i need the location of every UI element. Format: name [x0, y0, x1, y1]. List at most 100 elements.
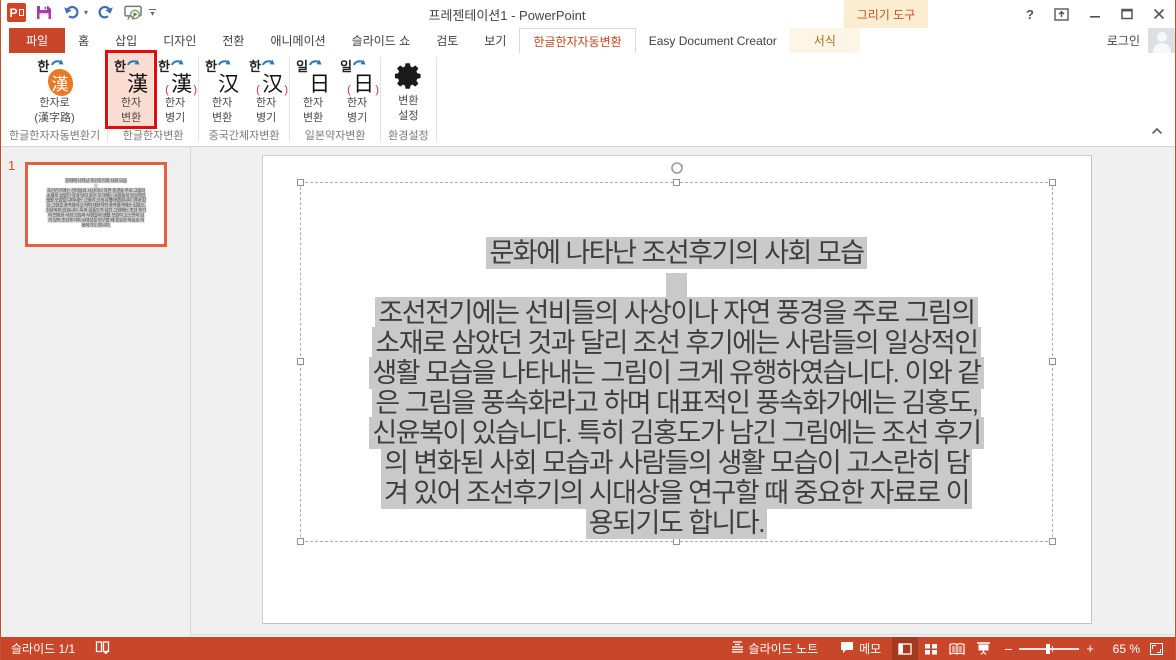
resize-handle[interactable] [673, 179, 680, 186]
group-separator [380, 57, 381, 142]
tabrow-spacer [860, 28, 1107, 53]
window-title: 프레젠테이션1 - PowerPoint [428, 0, 585, 28]
workspace: 1 문화에 나타난 조선후기의 사회 모습 조선전기에는 선비들의 사상이나 자… [1, 147, 1175, 637]
zoom-out-button[interactable]: − [1004, 641, 1012, 657]
tab-insert[interactable]: 삽입 [102, 28, 150, 53]
zoom-slider-thumb[interactable] [1046, 644, 1050, 654]
powerpoint-window: P ▾ ▾ 프레젠테이션1 - PowerPoint 그리기 도구 ? [0, 0, 1176, 660]
memo-icon [840, 641, 854, 657]
chinese-convert-icon: 한 汉 [204, 57, 240, 95]
notes-toggle[interactable]: 슬라이드 노트 [720, 637, 830, 660]
zoom-slider[interactable] [1019, 648, 1079, 650]
login-link[interactable]: 로그인 [1107, 28, 1148, 53]
group-separator [289, 57, 290, 142]
japanese-both-button[interactable]: 일 (日) 한자 병기 [335, 53, 379, 127]
status-bar: 슬라이드 1/1 슬라이드 노트 메모 [1, 637, 1175, 660]
tab-format-contextual[interactable]: 서식 [790, 28, 860, 53]
account-avatar[interactable] [1148, 28, 1175, 53]
japanese-convert-icon: 일 日 [295, 57, 331, 95]
drawing-tools-contextual-header: 그리기 도구 [844, 0, 928, 28]
chinese-convert-button[interactable]: 한 汉 한자 변환 [200, 53, 244, 127]
hanja-ro-icon: 한 漢 [37, 57, 73, 95]
group-separator [436, 57, 437, 142]
tab-design[interactable]: 디자인 [150, 28, 209, 53]
group-label-auto-converter: 한글한자자동변환기 [9, 130, 100, 143]
group-label-chinese-simplified: 중국간체자변환 [209, 130, 280, 143]
tab-file[interactable]: 파일 [9, 28, 65, 53]
ribbon-group-settings: 변환 설정 환경설정 [382, 53, 434, 146]
selected-text-box[interactable]: 문화에 나타난 조선후기의 사회 모습 조선전기에는 선비들의 사상이나 자연 … [300, 182, 1053, 542]
slide-body-line: 은 그림을 풍속화라고 하며 대표적인 풍속화가에는 김홍도, [301, 388, 1052, 418]
tab-easy-document-creator[interactable]: Easy Document Creator [636, 28, 790, 53]
rotate-handle-icon[interactable] [670, 161, 684, 180]
group-label-settings: 환경설정 [388, 130, 428, 143]
slide-thumbnail-selected[interactable]: 문화에 나타난 조선후기의 사회 모습 조선전기에는 선비들의 사상이나 자연 … [25, 162, 167, 247]
save-icon[interactable] [35, 5, 53, 21]
tab-review[interactable]: 검토 [423, 28, 471, 53]
hanja-convert-button-highlighted[interactable]: 한 漢 한자 변환 [109, 53, 153, 127]
tab-animations[interactable]: 애니메이션 [257, 28, 338, 53]
japanese-convert-button[interactable]: 일 日 한자 변환 [291, 53, 335, 127]
collapse-ribbon-icon[interactable] [1151, 122, 1163, 140]
resize-handle[interactable] [1049, 538, 1056, 545]
undo-dropdown-icon[interactable]: ▾ [84, 8, 88, 17]
resize-handle[interactable] [297, 538, 304, 545]
resize-handle[interactable] [673, 538, 680, 545]
fit-slide-to-window-icon[interactable] [1150, 643, 1163, 655]
slide-body-line: 겨 있어 조선후기의 시대상을 연구할 때 중요한 자료로 이 [301, 478, 1052, 508]
slideshow-view-button[interactable] [970, 637, 996, 660]
minimize-button[interactable] [1089, 8, 1101, 20]
notes-icon [731, 641, 744, 656]
maximize-button[interactable] [1121, 8, 1133, 20]
conversion-settings-button[interactable]: 변환 설정 [382, 53, 434, 125]
undo-icon[interactable] [62, 5, 80, 21]
slide-counter: 슬라이드 1/1 [11, 640, 75, 657]
slide-body-line: 용되기도 합니다. [301, 508, 1052, 538]
resize-handle[interactable] [297, 179, 304, 186]
hanja-convert-icon: 한 漢 [113, 57, 149, 95]
redo-icon[interactable] [97, 5, 115, 21]
tab-home[interactable]: 홈 [65, 28, 102, 53]
ribbon: 한 漢 한자로 (漢字路) 한글한자자동변환기 한 漢 [1, 53, 1175, 147]
customize-qat-icon[interactable]: ▾ [149, 9, 156, 16]
ribbon-group-korean-hanja: 한 漢 한자 변환 한 (漢) 한자 병기 한글한 [109, 53, 197, 146]
normal-view-button[interactable] [892, 637, 918, 660]
slide-title-line: 문화에 나타난 조선후기의 사회 모습 [301, 238, 1052, 268]
group-separator [107, 57, 108, 142]
zoom-in-button[interactable]: + [1086, 641, 1094, 656]
group-label-japanese: 일본약자변환 [305, 130, 366, 143]
memo-toggle[interactable]: 메모 [829, 637, 892, 660]
tab-transitions[interactable]: 전환 [209, 28, 257, 53]
group-separator [198, 57, 199, 142]
tab-view[interactable]: 보기 [471, 28, 519, 53]
tab-slideshow[interactable]: 슬라이드 쇼 [339, 28, 424, 53]
ribbon-group-auto-converter: 한 漢 한자로 (漢字路) 한글한자자동변환기 [3, 53, 106, 146]
slide-number: 1 [8, 158, 15, 173]
resize-handle[interactable] [1049, 179, 1056, 186]
ribbon-group-japanese: 일 日 한자 변환 일 (日) 한자 병기 일본약 [291, 53, 379, 146]
hanja-both-button[interactable]: 한 (漢) 한자 병기 [153, 53, 197, 127]
slide-empty-line [301, 268, 1052, 298]
powerpoint-app-icon[interactable]: P [7, 3, 26, 22]
slide-body-line: 생활 모습을 나타내는 그림이 크게 유행하였습니다. 이와 같 [301, 358, 1052, 388]
slide-body-line: 조선전기에는 선비들의 사상이나 자연 풍경을 주로 그림의 [301, 298, 1052, 328]
close-button[interactable] [1153, 8, 1165, 20]
slide-canvas[interactable]: 문화에 나타난 조선후기의 사회 모습 조선전기에는 선비들의 사상이나 자연 … [262, 155, 1092, 624]
zoom-percentage[interactable]: 65 % [1102, 642, 1140, 656]
window-controls: ? [1026, 0, 1165, 28]
slide-text-selected[interactable]: 문화에 나타난 조선후기의 사회 모습 조선전기에는 선비들의 사상이나 자연 … [301, 238, 1052, 538]
proofing-icon[interactable] [95, 640, 110, 657]
tab-hanja-conversion[interactable]: 한글한자자동변환 [519, 28, 635, 53]
help-button[interactable]: ? [1026, 7, 1034, 22]
hanja-ro-button[interactable]: 한 漢 한자로 (漢字路) [5, 53, 105, 127]
title-bar: P ▾ ▾ 프레젠테이션1 - PowerPoint 그리기 도구 ? [1, 0, 1175, 28]
start-slideshow-icon[interactable] [124, 5, 142, 21]
reading-view-button[interactable] [944, 637, 970, 660]
japanese-both-icon: 일 (日) [339, 57, 375, 95]
ribbon-display-options-icon[interactable] [1054, 8, 1069, 21]
chinese-both-button[interactable]: 한 (汉) 한자 병기 [244, 53, 288, 127]
ribbon-tab-row: 파일 홈 삽입 디자인 전환 애니메이션 슬라이드 쇼 검토 보기 한글한자자동… [1, 28, 1175, 53]
slide-sorter-view-button[interactable] [918, 637, 944, 660]
slide-body-line: 신윤복이 있습니다. 특히 김홍도가 남긴 그림에는 조선 후기 [301, 418, 1052, 448]
slide-editor-area: 문화에 나타난 조선후기의 사회 모습 조선전기에는 선비들의 사상이나 자연 … [191, 147, 1175, 637]
